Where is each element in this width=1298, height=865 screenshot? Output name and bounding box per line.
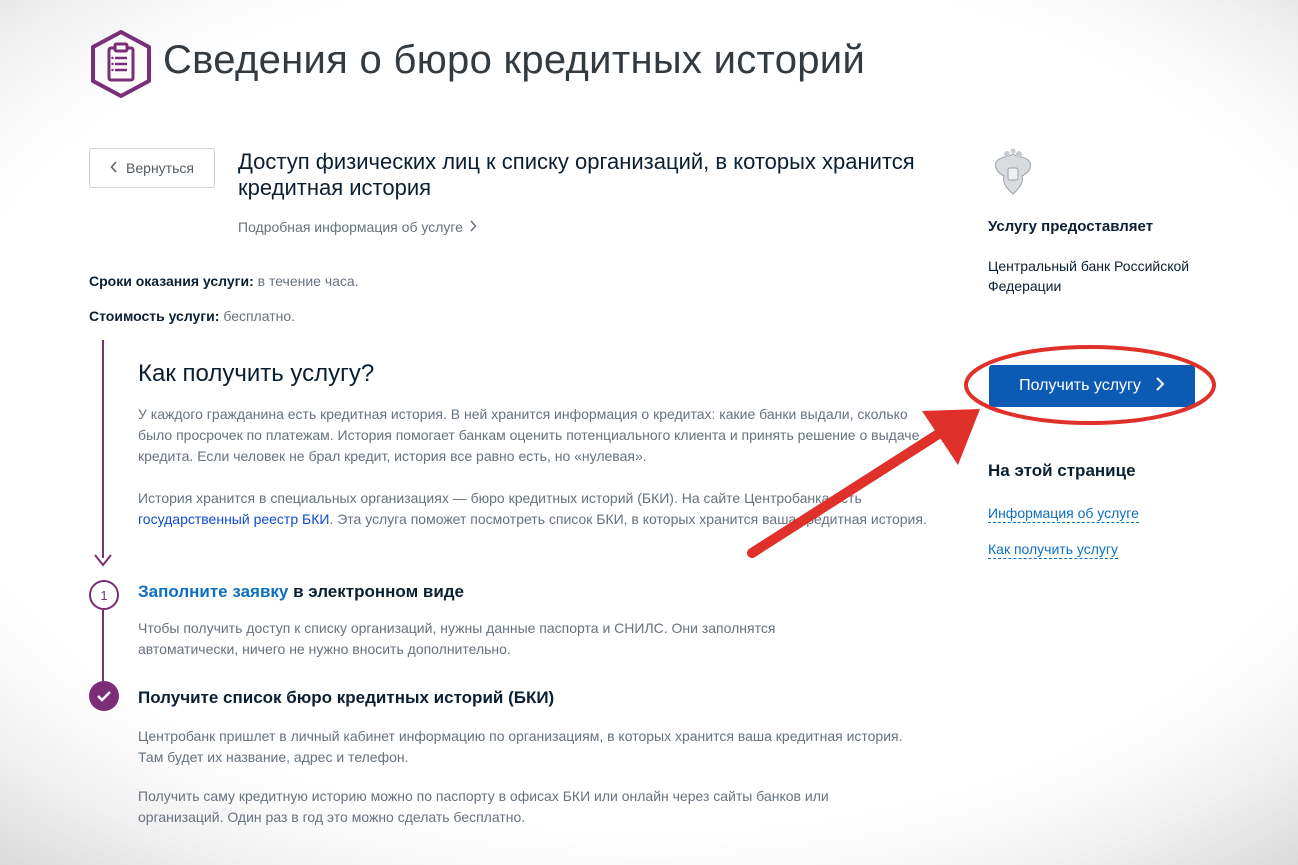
step-2-title: Получите список бюро кредитных историй (…: [138, 688, 555, 707]
step-1-title-rest: в электронном виде: [288, 582, 465, 601]
provider-heading: Услугу предоставляет: [988, 218, 1154, 235]
step-1-text: Чтобы получить доступ к списку организац…: [138, 620, 776, 657]
anchor-link-service-info[interactable]: Информация об услуге: [988, 505, 1139, 523]
step-1-title: Заполните заявку в электронном виде: [138, 582, 464, 602]
annotation-arrow-icon: [740, 395, 1000, 570]
service-title: Доступ физических лиц к списку организац…: [238, 149, 915, 200]
highlight-ellipse: [962, 343, 1218, 427]
service-term-label: Сроки оказания услуги:: [89, 273, 254, 289]
bki-registry-link[interactable]: государственный реестр БКИ: [138, 511, 329, 527]
chevron-left-icon: [110, 160, 118, 176]
service-term: Сроки оказания услуги: в течение часа.: [89, 273, 359, 289]
arrow-down-icon: [93, 553, 113, 567]
back-button[interactable]: Вернуться: [89, 148, 215, 188]
on-page-heading: На этой странице: [988, 461, 1136, 480]
service-term-value: в течение часа.: [253, 273, 359, 289]
check-icon: [89, 681, 119, 711]
service-cost: Стоимость услуги: бесплатно.: [89, 308, 295, 324]
coat-of-arms-icon: [990, 148, 1036, 198]
provider-name: Центральный банк Российской Федерации: [988, 258, 1190, 294]
anchor-link-how-to[interactable]: Как получить услугу: [988, 541, 1119, 559]
how-to-heading: Как получить услугу?: [138, 360, 375, 387]
back-button-label: Вернуться: [126, 160, 194, 176]
service-details-link[interactable]: Подробная информация об услуге: [238, 219, 477, 235]
timeline-line: [102, 610, 104, 682]
page-title: Сведения о бюро кредитных историй: [163, 38, 866, 82]
fill-application-link[interactable]: Заполните заявку: [138, 582, 288, 601]
service-cost-label: Стоимость услуги:: [89, 308, 220, 324]
timeline-line: [102, 340, 104, 558]
step-2-text: Центробанк пришлет в личный кабинет инфо…: [138, 728, 903, 765]
chevron-right-icon: [469, 219, 477, 235]
clipboard-icon: [89, 30, 153, 98]
step-2-text-extra: Получить саму кредитную историю можно по…: [138, 788, 829, 825]
step-number-badge: 1: [89, 580, 119, 610]
service-cost-value: бесплатно.: [219, 308, 296, 324]
service-details-label: Подробная информация об услуге: [238, 219, 463, 235]
